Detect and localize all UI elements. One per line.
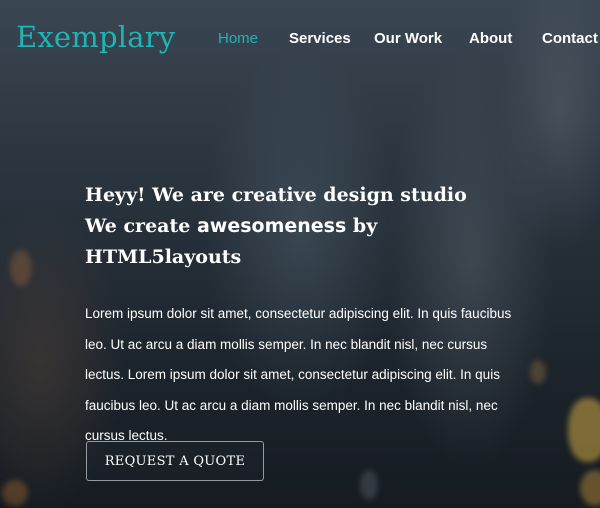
headline-line-1: Heyy! We are creative design studio xyxy=(85,184,467,206)
nav-item-our-work[interactable]: Our Work xyxy=(374,30,442,47)
nav-item-contact[interactable]: Contact xyxy=(542,30,598,47)
navbar: Exemplary Home Services Our Work About C… xyxy=(0,0,600,80)
site-logo[interactable]: Exemplary xyxy=(16,20,175,54)
request-quote-button[interactable]: REQUEST A QUOTE xyxy=(86,441,264,481)
hero-description: Lorem ipsum dolor sit amet, consectetur … xyxy=(85,306,512,444)
nav-item-home[interactable]: Home xyxy=(218,30,258,47)
hero-headline: Heyy! We are creative design studio We c… xyxy=(85,180,525,273)
bokeh-light xyxy=(2,480,28,506)
hero-section: Heyy! We are creative design studio We c… xyxy=(85,180,525,452)
nav-item-about[interactable]: About xyxy=(469,30,512,47)
bokeh-light xyxy=(10,250,32,286)
nav-item-services[interactable]: Services xyxy=(289,30,351,47)
headline-line-2-prefix: We create xyxy=(85,215,197,237)
headline-emphasis: awesomeness xyxy=(196,215,347,237)
bokeh-light xyxy=(580,470,600,506)
bokeh-light xyxy=(360,470,378,500)
bokeh-light xyxy=(568,398,600,462)
hero-background: Exemplary Home Services Our Work About C… xyxy=(0,0,600,508)
bokeh-light xyxy=(530,360,546,384)
